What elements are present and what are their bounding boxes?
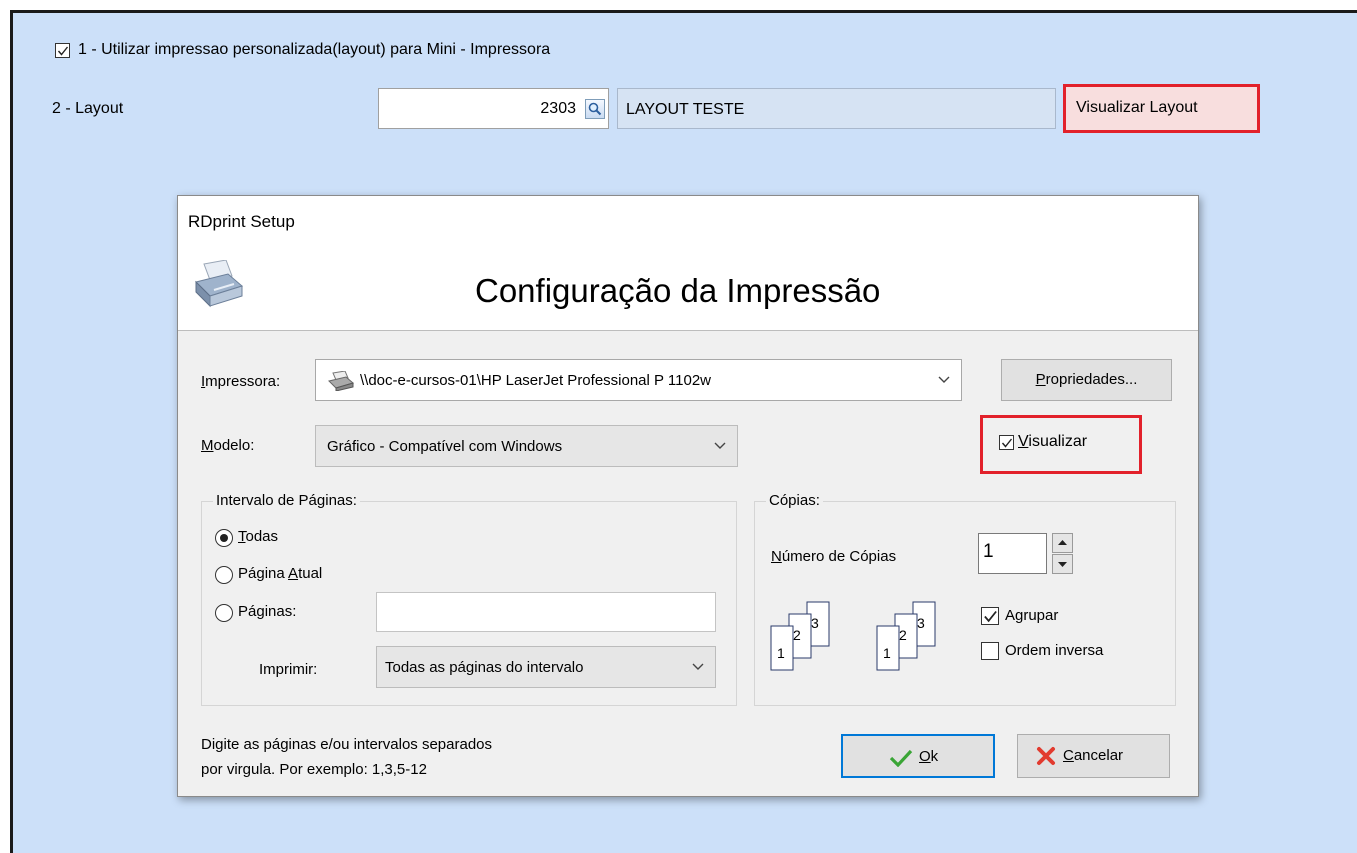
copies-count-input[interactable]: 1	[978, 533, 1047, 574]
print-label: Imprimir:	[259, 661, 318, 678]
chevron-down-icon	[938, 376, 950, 383]
page-number: 3	[917, 615, 925, 631]
model-select[interactable]: Gráfico - Compatível com Windows	[315, 425, 738, 467]
check-icon	[984, 610, 997, 623]
preview-label: Visualizar	[1018, 433, 1088, 450]
copies-count-label: Número de Cópias	[771, 548, 897, 565]
check-icon	[57, 46, 69, 56]
spin-down-button[interactable]	[1052, 554, 1073, 574]
magnifier-icon	[588, 102, 602, 116]
model-value: Gráfico - Compatível com Windows	[327, 438, 563, 455]
collate-pages-icon-2: 3 2 1	[876, 601, 936, 671]
printer-label: Impressora:	[201, 373, 281, 390]
printer-icon	[195, 260, 244, 308]
pages-label: Páginas:	[238, 603, 297, 620]
collate-checkbox[interactable]	[981, 607, 999, 625]
hint-line-2: por virgula. Por exemplo: 1,3,5-12	[201, 761, 427, 778]
cancel-x-icon	[1037, 747, 1055, 765]
reverse-order-label: Ordem inversa	[1005, 642, 1104, 659]
preview-checkbox[interactable]	[999, 435, 1014, 450]
layout-lookup-button[interactable]	[585, 99, 605, 119]
custom-print-checkbox[interactable]	[55, 43, 70, 58]
layout-label: 2 - Layout	[52, 100, 124, 117]
copies-spinner[interactable]	[1052, 533, 1073, 574]
arrow-up-icon	[1058, 540, 1067, 545]
dialog-title: RDprint Setup	[188, 212, 295, 231]
printer-select[interactable]: \\doc-e-cursos-01\HP LaserJet Profession…	[315, 359, 962, 401]
ok-button[interactable]: Ok	[841, 734, 995, 778]
checkmark-icon	[889, 749, 913, 767]
copies-count-value: 1	[983, 541, 994, 562]
view-layout-label: Visualizar Layout	[1076, 99, 1198, 116]
chevron-down-icon	[692, 663, 704, 670]
radio-current-page[interactable]	[215, 566, 233, 584]
copies-title: Cópias:	[766, 492, 823, 509]
layout-name-field: LAYOUT TESTE	[617, 88, 1056, 129]
page-number: 1	[777, 645, 785, 661]
collate-pages-icon: 3 2 1	[770, 601, 830, 671]
check-icon	[1001, 438, 1013, 448]
printer-value: \\doc-e-cursos-01\HP LaserJet Profession…	[360, 372, 712, 389]
collated-pages-left: 3 2 1	[770, 601, 830, 671]
arrow-down-icon	[1058, 562, 1067, 567]
all-pages-label: Todas	[238, 528, 279, 545]
layout-code-value: 2303	[540, 100, 576, 117]
small-printer-icon	[328, 371, 354, 391]
page-number: 1	[883, 645, 891, 661]
hint-line-1: Digite as páginas e/ou intervalos separa…	[201, 736, 493, 753]
spin-up-button[interactable]	[1052, 533, 1073, 553]
pages-input[interactable]	[376, 592, 716, 632]
properties-button[interactable]: Propriedades...	[1001, 359, 1172, 401]
view-layout-button[interactable]: Visualizar Layout	[1063, 84, 1260, 133]
print-select[interactable]: Todas as páginas do intervalo	[376, 646, 716, 688]
custom-print-label: 1 - Utilizar impressao personalizada(lay…	[78, 41, 551, 58]
cancel-button[interactable]: Cancelar	[1017, 734, 1170, 778]
radio-all-pages[interactable]	[215, 529, 233, 547]
layout-code-input[interactable]: 2303	[378, 88, 609, 129]
dialog-heading: Configuração da Impressão	[475, 272, 881, 309]
print-value: Todas as páginas do intervalo	[385, 659, 584, 676]
dialog-header: RDprint Setup Configuração da Impressão	[178, 196, 1198, 331]
model-label: Modelo:	[201, 437, 255, 454]
current-page-label: Página Atual	[238, 565, 323, 582]
page-number: 2	[899, 627, 907, 643]
chevron-down-icon	[714, 442, 726, 449]
reverse-order-checkbox[interactable]	[981, 642, 999, 660]
collate-label: Agrupar	[1005, 607, 1059, 624]
page-range-title: Intervalo de Páginas:	[213, 492, 360, 509]
radio-pages[interactable]	[215, 604, 233, 622]
rdprint-setup-dialog: RDprint Setup Configuração da Impressão …	[177, 195, 1199, 797]
layout-name-value: LAYOUT TESTE	[626, 101, 745, 118]
page-number: 3	[811, 615, 819, 631]
page-number: 2	[793, 627, 801, 643]
collated-pages-right: 3 2 1	[876, 601, 936, 671]
